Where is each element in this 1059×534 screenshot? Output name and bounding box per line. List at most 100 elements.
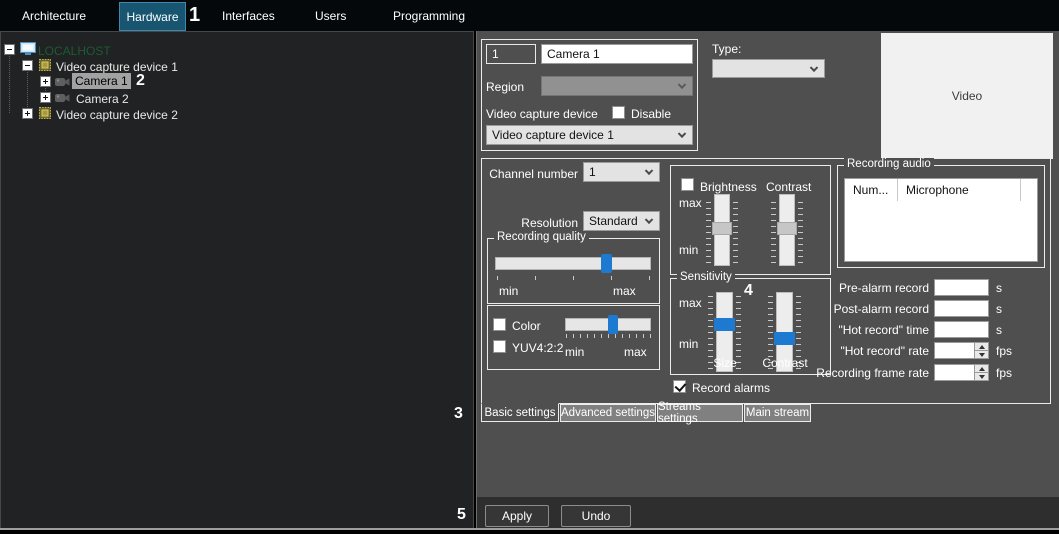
sensitivity-size-label: Size (713, 356, 737, 370)
annotation-4: 4 (744, 282, 753, 299)
spin-up-icon (978, 366, 985, 371)
recording-quality-title: Recording quality (494, 231, 589, 243)
tree-item-localhost[interactable]: LOCALHOST (38, 44, 111, 58)
device-tree-panel (0, 31, 474, 529)
hot-record-rate-input[interactable] (934, 342, 989, 359)
tree-connector (27, 69, 28, 113)
brightness-checkbox[interactable] (681, 178, 694, 191)
post-alarm-record-unit: s (996, 302, 1002, 316)
tree-expand-camera2[interactable] (40, 92, 51, 103)
type-label: Type: (712, 42, 742, 56)
contrast-slider-thumb[interactable] (777, 222, 797, 235)
nav-tab-programming[interactable]: Programming (393, 9, 465, 23)
sensitivity-size-slider-thumb[interactable] (714, 318, 735, 331)
application-window: Architecture Hardware 1 Interfaces Users… (0, 0, 1059, 534)
contrast-label: Contrast (766, 180, 812, 194)
hot-record-rate-spinner[interactable] (974, 343, 988, 358)
monitor-icon (20, 42, 36, 55)
brightness-min-label: min (679, 243, 699, 257)
annotation-1: 1 (189, 4, 201, 26)
video-capture-device-dropdown[interactable]: Video capture device 1 (486, 125, 693, 145)
resolution-label: Resolution (521, 216, 578, 230)
tree-collapse-device1[interactable] (22, 60, 33, 71)
audio-column-num: Num... (845, 179, 898, 201)
type-dropdown[interactable] (712, 59, 825, 78)
sensitivity-min-label: min (679, 337, 699, 351)
channel-number-value: 1 (589, 165, 596, 179)
color-checkbox[interactable] (493, 318, 506, 331)
brightness-max-label: max (679, 196, 702, 210)
slider-ticks (771, 197, 776, 263)
chevron-down-icon (677, 129, 687, 139)
tree-connector (9, 53, 10, 113)
record-alarms-label: Record alarms (692, 381, 771, 395)
nav-tab-interfaces[interactable]: Interfaces (222, 9, 275, 23)
region-dropdown[interactable] (541, 76, 693, 96)
recording-quality-slider-thumb[interactable] (601, 254, 612, 273)
video-preview-label: Video (951, 89, 983, 103)
slider-ticks (733, 197, 738, 263)
chevron-down-icon (644, 215, 654, 225)
post-alarm-record-input[interactable] (934, 300, 989, 317)
device-dropdown-value: Video capture device 1 (492, 128, 614, 142)
nav-tab-architecture[interactable]: Architecture (22, 9, 86, 23)
apply-button[interactable]: Apply (485, 505, 549, 527)
tree-expand-camera1[interactable] (40, 76, 51, 87)
disable-label: Disable (631, 107, 672, 121)
brightness-slider-thumb[interactable] (712, 222, 732, 235)
tree-collapse-localhost[interactable] (4, 44, 15, 55)
color-slider-thumb[interactable] (608, 315, 618, 334)
yuv-checkbox[interactable] (493, 340, 506, 353)
nav-tab-users[interactable]: Users (315, 9, 346, 23)
tree-expand-device2[interactable] (22, 108, 33, 119)
undo-button[interactable]: Undo (561, 505, 631, 527)
hot-record-time-input[interactable] (934, 321, 989, 338)
chevron-down-icon (809, 63, 819, 72)
record-alarms-checkbox[interactable] (673, 380, 686, 393)
resolution-dropdown[interactable]: Standard (583, 211, 660, 231)
recording-quality-min-label: min (499, 284, 519, 298)
recording-frame-rate-unit: fps (996, 366, 1013, 380)
color-min-label: min (565, 345, 585, 359)
nav-tab-hardware[interactable]: Hardware (119, 2, 186, 31)
tab-streams-settings[interactable]: Streams settings (657, 401, 743, 425)
chip-icon (39, 59, 51, 71)
brightness-label: Brightness (700, 180, 757, 194)
top-nav: Architecture Hardware 1 Interfaces Users… (0, 0, 1059, 31)
slider-ticks (566, 334, 651, 338)
pre-alarm-record-unit: s (996, 281, 1002, 295)
tab-basic-settings[interactable]: Basic settings (481, 403, 559, 422)
color-label: Color (512, 319, 541, 333)
tree-item-device1[interactable]: Video capture device 1 (56, 60, 178, 74)
recording-quality-slider[interactable] (495, 257, 651, 270)
sensitivity-title: Sensitivity (677, 271, 735, 283)
disable-checkbox[interactable] (612, 106, 625, 119)
slider-ticks (798, 197, 803, 263)
hot-record-rate-unit: fps (996, 344, 1013, 358)
pre-alarm-record-label: Pre-alarm record (838, 281, 929, 295)
tab-advanced-settings[interactable]: Advanced settings (560, 404, 656, 422)
sensitivity-contrast-slider-thumb[interactable] (774, 332, 795, 345)
chevron-down-icon (677, 80, 687, 90)
tree-item-camera2[interactable]: Camera 2 (76, 92, 129, 106)
resolution-value: Standard (589, 214, 638, 228)
annotation-3: 3 (454, 405, 463, 422)
object-id-field[interactable]: 1 (486, 44, 536, 64)
recording-quality-max-label: max (613, 284, 636, 298)
sensitivity-max-label: max (679, 296, 702, 310)
channel-number-dropdown[interactable]: 1 (583, 162, 660, 182)
audio-column-microphone: Microphone (898, 179, 1021, 201)
bottom-divider (0, 528, 1059, 530)
pre-alarm-record-input[interactable] (934, 279, 989, 296)
video-capture-device-label: Video capture device (486, 107, 598, 121)
annotation-5: 5 (457, 506, 466, 523)
recording-audio-table[interactable]: Num... Microphone (844, 178, 1038, 262)
recording-frame-rate-spinner[interactable] (974, 365, 988, 380)
recording-frame-rate-input[interactable] (934, 364, 989, 381)
tree-item-camera1[interactable]: Camera 1 (72, 73, 131, 89)
tab-main-stream[interactable]: Main stream (744, 404, 811, 422)
audio-column-filler (1021, 179, 1037, 201)
tree-item-device2[interactable]: Video capture device 2 (56, 108, 178, 122)
annotation-2: 2 (136, 72, 145, 89)
object-name-field[interactable]: Camera 1 (541, 44, 693, 64)
